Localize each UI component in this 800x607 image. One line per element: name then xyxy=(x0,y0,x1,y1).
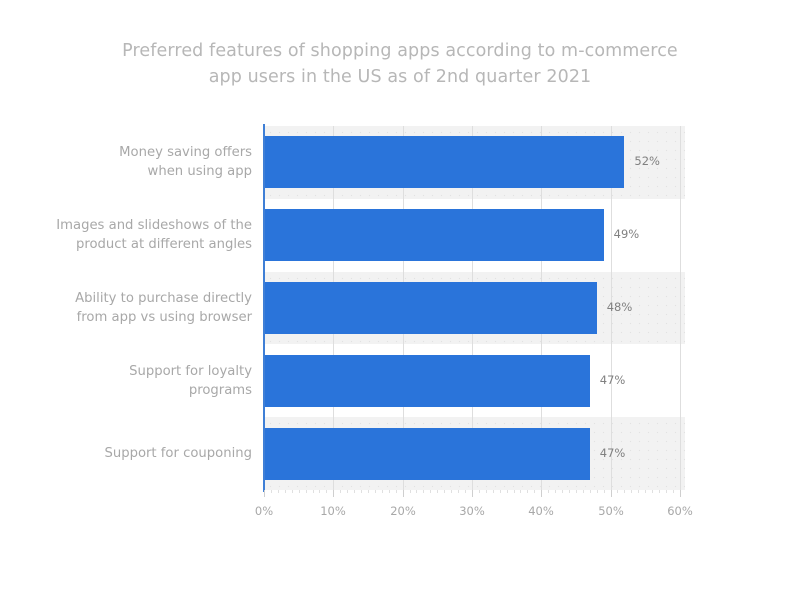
x-tick-minor xyxy=(493,490,494,493)
x-tick-minor xyxy=(292,490,293,493)
x-tick-minor xyxy=(375,490,376,493)
x-tick-major xyxy=(472,490,473,497)
x-tick-minor xyxy=(396,490,397,493)
x-tick-minor xyxy=(416,490,417,493)
x-tick-minor xyxy=(347,490,348,493)
x-tick-minor xyxy=(631,490,632,493)
x-tick-minor xyxy=(278,490,279,493)
bar xyxy=(264,282,597,334)
x-tick-minor xyxy=(604,490,605,493)
bar-chart: Preferred features of shopping apps acco… xyxy=(0,0,800,607)
x-tick-minor xyxy=(479,490,480,493)
x-tick-minor xyxy=(590,490,591,493)
category-labels-group: Money saving offers when using app Images… xyxy=(40,126,252,490)
bar xyxy=(264,354,590,407)
x-tick-minor xyxy=(465,490,466,493)
x-tick-minor xyxy=(271,490,272,493)
gridline xyxy=(680,126,681,490)
x-tick-minor xyxy=(652,490,653,493)
x-tick-minor xyxy=(444,490,445,493)
x-tick-minor xyxy=(555,490,556,493)
x-tick-minor xyxy=(576,490,577,493)
x-tick-label: 30% xyxy=(459,504,485,518)
bar-value-label: 49% xyxy=(613,227,640,242)
bar-value-label: 52% xyxy=(634,154,660,169)
plot-area: 52% 49% 48% 47% 47% xyxy=(264,126,685,490)
x-tick-minor xyxy=(666,490,667,493)
x-tick-major xyxy=(611,490,612,497)
bar-value-label: 48% xyxy=(606,300,633,314)
x-tick-minor xyxy=(569,490,570,493)
x-tick-minor xyxy=(624,490,625,493)
x-tick-minor xyxy=(361,490,362,493)
x-tick-minor xyxy=(430,490,431,493)
x-tick-major xyxy=(541,490,542,497)
x-tick-major xyxy=(403,490,404,497)
x-tick-minor xyxy=(500,490,501,493)
x-tick-minor xyxy=(645,490,646,493)
category-label: Support for loyalty programs xyxy=(129,363,252,398)
x-tick-minor xyxy=(597,490,598,493)
x-tick-label: 40% xyxy=(528,504,554,518)
x-tick-minor xyxy=(548,490,549,493)
category-label: Support for couponing xyxy=(104,446,252,462)
x-tick-minor xyxy=(527,490,528,493)
x-tick-minor xyxy=(285,490,286,493)
category-label: Money saving offers when using app xyxy=(119,145,252,180)
x-tick-minor xyxy=(354,490,355,493)
x-tick-minor xyxy=(326,490,327,493)
x-tick-minor xyxy=(514,490,515,493)
x-tick-minor xyxy=(583,490,584,493)
x-tick-label: 10% xyxy=(320,504,346,518)
x-tick-minor xyxy=(617,490,618,493)
category-label: Images and slideshows of the product at … xyxy=(56,218,252,253)
bar xyxy=(264,209,604,262)
x-tick-minor xyxy=(562,490,563,493)
x-tick-minor xyxy=(410,490,411,493)
x-tick-minor xyxy=(389,490,390,493)
x-tick-minor xyxy=(382,490,383,493)
x-tick-minor xyxy=(368,490,369,493)
bar xyxy=(264,136,625,189)
x-tick-minor xyxy=(340,490,341,493)
bar xyxy=(264,427,590,480)
bar-value-label: 47% xyxy=(599,372,626,387)
x-tick-minor xyxy=(313,490,314,493)
x-tick-minor xyxy=(520,490,521,493)
x-tick-minor xyxy=(507,490,508,493)
x-tick-minor xyxy=(306,490,307,493)
bar-value-label: 47% xyxy=(599,445,626,460)
x-tick-minor xyxy=(299,490,300,493)
x-tick-label: 20% xyxy=(390,504,416,518)
x-tick-label: 50% xyxy=(598,504,624,518)
x-tick-minor xyxy=(486,490,487,493)
x-tick-minor xyxy=(458,490,459,493)
x-tick-minor xyxy=(638,490,639,493)
x-tick-minor xyxy=(534,490,535,493)
y-axis-line xyxy=(263,124,265,492)
x-tick-label: 60% xyxy=(667,504,693,518)
x-tick-major xyxy=(680,490,681,497)
x-tick-label: 0% xyxy=(254,504,274,518)
x-tick-minor xyxy=(319,490,320,493)
x-tick-major xyxy=(264,490,265,497)
x-tick-minor xyxy=(451,490,452,493)
x-tick-major xyxy=(333,490,334,497)
x-tick-minor xyxy=(423,490,424,493)
x-tick-minor xyxy=(673,490,674,493)
x-tick-minor xyxy=(437,490,438,493)
x-axis: 0% 10% 20% 30% 40% 50% 60% xyxy=(255,490,693,530)
category-label: Ability to purchase directly from app vs… xyxy=(75,291,252,325)
x-tick-minor xyxy=(659,490,660,493)
chart-title: Preferred features of shopping apps acco… xyxy=(122,41,678,87)
